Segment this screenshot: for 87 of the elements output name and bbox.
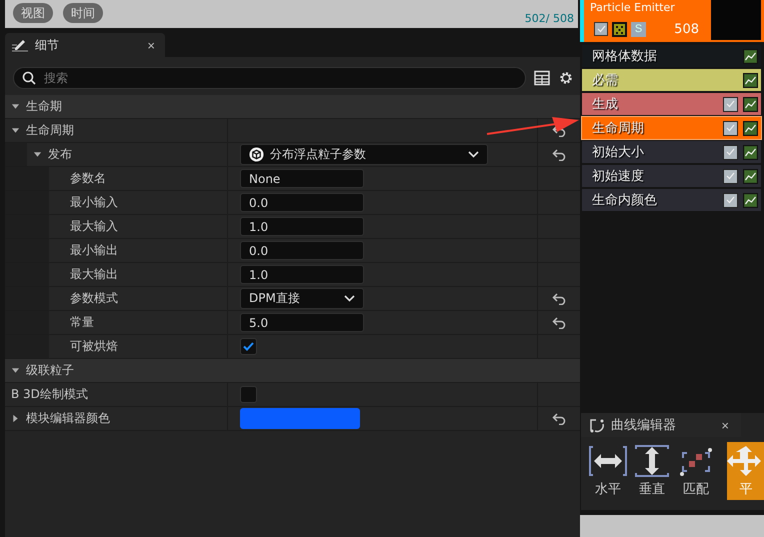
reset-icon[interactable]: [552, 148, 566, 160]
module-item[interactable]: 生命内颜色: [582, 189, 761, 211]
expand-arrow-icon[interactable]: [11, 414, 20, 422]
collapse-arrow-icon[interactable]: [33, 150, 42, 158]
text-field[interactable]: 5.0: [240, 313, 364, 332]
checkbox[interactable]: [723, 144, 738, 160]
checkbox[interactable]: [240, 386, 257, 403]
graph-icon[interactable]: [743, 192, 758, 208]
graph-icon[interactable]: [743, 96, 758, 112]
module-item[interactable]: 初始大小: [582, 141, 761, 163]
reset-icon[interactable]: [552, 316, 566, 328]
chevron-down-icon: [344, 295, 355, 302]
property-label: 最小输入: [70, 194, 118, 211]
checkbox[interactable]: [723, 96, 738, 112]
vertical-arrows-icon: [633, 444, 671, 478]
toolbar-button[interactable]: 视图: [13, 3, 53, 23]
module-item[interactable]: 初始速度: [582, 165, 761, 187]
check-icon: [596, 25, 606, 33]
collapse-arrow-icon[interactable]: [11, 366, 20, 374]
property-label: 常量: [70, 314, 94, 331]
category-header[interactable]: 生命期: [5, 95, 580, 119]
particle-counter: 502/ 508: [524, 12, 574, 25]
search-icon: [22, 71, 36, 85]
chevron-down-icon: [468, 151, 479, 158]
graph-icon[interactable]: [743, 48, 758, 64]
collapse-arrow-icon[interactable]: [11, 102, 20, 110]
close-button[interactable]: ×: [143, 38, 159, 52]
panel-tab[interactable]: 细节 ×: [5, 33, 165, 57]
checkbox[interactable]: [723, 168, 738, 184]
checkbox[interactable]: [723, 120, 738, 136]
curve-tool-button[interactable]: 水平: [589, 442, 627, 500]
curve-tool-button[interactable]: 匹配: [677, 442, 715, 500]
close-button[interactable]: ×: [717, 418, 733, 432]
emitter-thumbnail: [711, 0, 761, 40]
reset-icon[interactable]: [552, 412, 566, 424]
curve-icon: [589, 417, 605, 433]
property-label: 发布: [48, 146, 72, 163]
category-label: 级联粒子: [26, 362, 74, 379]
category-header[interactable]: 级联粒子: [5, 359, 580, 383]
graph-icon[interactable]: [743, 168, 758, 184]
table-icon[interactable]: [534, 70, 550, 86]
emitter-name: Particle Emitter: [590, 1, 675, 14]
property-label: 可被烘焙: [70, 338, 118, 355]
checkbox[interactable]: [594, 22, 608, 36]
search-field[interactable]: 搜索: [13, 67, 526, 89]
text-field[interactable]: 1.0: [240, 265, 364, 284]
horizontal-arrows-icon: [589, 444, 627, 478]
curve-tool-button[interactable]: 垂直: [633, 442, 671, 500]
check-icon: [726, 172, 735, 180]
property-label: 参数模式: [70, 290, 118, 307]
distribution-dropdown[interactable]: 分布浮点粒子参数: [240, 144, 488, 165]
check-icon: [726, 196, 735, 204]
grid-icon[interactable]: [612, 22, 627, 36]
property-label: 最大输入: [70, 218, 118, 235]
check-icon: [243, 342, 254, 351]
search-field[interactable]: 搜索: [42, 70, 517, 86]
checkbox[interactable]: [240, 338, 257, 355]
property-label: 模块编辑器颜色: [26, 410, 110, 427]
property-label: 生命周期: [26, 122, 74, 139]
property-label: B 3D绘制模式: [11, 386, 88, 403]
mode-dropdown[interactable]: DPM直接: [240, 288, 364, 309]
check-icon: [726, 148, 735, 156]
graph-icon[interactable]: [743, 120, 758, 136]
reset-icon[interactable]: [552, 124, 566, 136]
text-field[interactable]: 1.0: [240, 217, 364, 236]
checkbox[interactable]: [723, 192, 738, 208]
text-field[interactable]: 0.0: [240, 193, 364, 212]
text-field[interactable]: 0.0: [240, 241, 364, 260]
collapse-arrow-icon[interactable]: [11, 126, 20, 134]
check-icon: [726, 100, 735, 108]
settings-icon[interactable]: [558, 70, 574, 86]
category-label: 生命期: [26, 98, 62, 115]
reset-icon[interactable]: [552, 292, 566, 304]
particle-count: 508: [674, 22, 699, 36]
property-label: 最大输出: [70, 266, 118, 283]
check-icon: [726, 124, 735, 132]
text-field[interactable]: None: [240, 169, 364, 188]
graph-icon[interactable]: [743, 72, 758, 88]
graph-icon[interactable]: [743, 144, 758, 160]
module-item[interactable]: 网格体数据: [582, 45, 761, 67]
color-swatch[interactable]: [240, 408, 360, 429]
property-label: 最小输出: [70, 242, 118, 259]
pencil-icon: [11, 37, 29, 53]
pan-arrows-icon: [727, 444, 764, 478]
toolbar-button[interactable]: 时间: [63, 3, 103, 23]
cube-icon: [249, 147, 264, 162]
property-label: 参数名: [70, 170, 106, 187]
